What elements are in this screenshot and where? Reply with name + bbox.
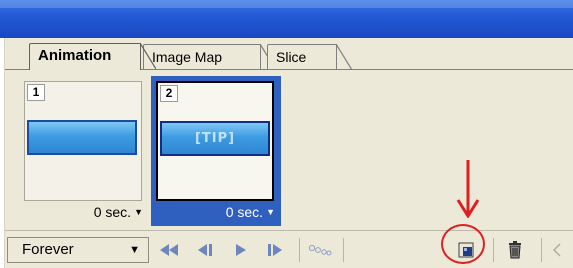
- tab-animation-label: Animation: [38, 47, 112, 64]
- delete-frame-button[interactable]: [501, 238, 529, 262]
- banner-text: [TIP]: [194, 131, 236, 146]
- frame-number: 1: [27, 84, 45, 101]
- animation-window: Animation Image Map Slice 1 0 sec. ▼ 2 […: [0, 0, 573, 268]
- next-frame-button[interactable]: [261, 238, 289, 262]
- loop-select[interactable]: Forever ▼: [7, 237, 149, 263]
- tab-image-map-label: Image Map: [152, 49, 223, 65]
- tab-animation[interactable]: Animation: [29, 43, 156, 70]
- tab-strip: Animation Image Map Slice: [5, 38, 573, 72]
- frame-banner-image: [27, 120, 137, 155]
- frame-2[interactable]: 2 [TIP] 0 sec. ▼: [151, 76, 281, 226]
- toolbar-separator: [343, 238, 344, 262]
- play-icon: [236, 244, 246, 256]
- tab-image-map[interactable]: Image Map: [143, 44, 276, 70]
- toolbar-separator: [299, 238, 300, 262]
- loop-select-value: Forever: [22, 241, 74, 258]
- toolbar-separator: [493, 238, 494, 262]
- first-frame-button[interactable]: [155, 238, 183, 262]
- animation-toolbar: Forever ▼: [5, 230, 573, 268]
- animation-panel: Animation Image Map Slice 1 0 sec. ▼ 2 […: [4, 38, 573, 268]
- red-circle-annotation: [441, 224, 485, 264]
- chevron-down-icon: ▼: [129, 244, 140, 256]
- previous-frame-button[interactable]: [191, 238, 219, 262]
- frame-delay[interactable]: 0 sec. ▼: [151, 204, 275, 220]
- tab-slice[interactable]: Slice: [267, 44, 352, 70]
- delay-dropdown-icon: ▼: [266, 207, 275, 217]
- frame-delay-label: 0 sec.: [225, 204, 264, 220]
- first-frame-icon: [160, 244, 178, 256]
- chevron-left-icon: [552, 243, 561, 257]
- frame-thumbnail[interactable]: 1: [24, 81, 142, 201]
- tween-icon: [308, 244, 332, 256]
- frame-thumbnail[interactable]: 2 [TIP]: [156, 81, 274, 201]
- title-bar[interactable]: [0, 0, 573, 38]
- frame-1[interactable]: 1 0 sec. ▼: [19, 76, 149, 226]
- toolbar-separator: [541, 238, 542, 262]
- frame-banner-image: [TIP]: [160, 121, 270, 156]
- frame-delay[interactable]: 0 sec. ▼: [19, 204, 143, 220]
- delay-dropdown-icon: ▼: [134, 207, 143, 217]
- previous-frame-icon: [198, 244, 212, 256]
- tab-slice-label: Slice: [276, 49, 307, 65]
- frames-area: 1 0 sec. ▼ 2 [TIP] 0 sec. ▼: [5, 70, 573, 228]
- next-frame-icon: [268, 244, 282, 256]
- tween-button[interactable]: [307, 238, 335, 262]
- red-arrow-annotation: [456, 160, 480, 218]
- frame-delay-label: 0 sec.: [93, 204, 132, 220]
- frame-number: 2: [160, 85, 178, 102]
- delete-frame-icon: [509, 241, 521, 259]
- play-button[interactable]: [227, 238, 255, 262]
- scroll-left-button[interactable]: [545, 238, 569, 262]
